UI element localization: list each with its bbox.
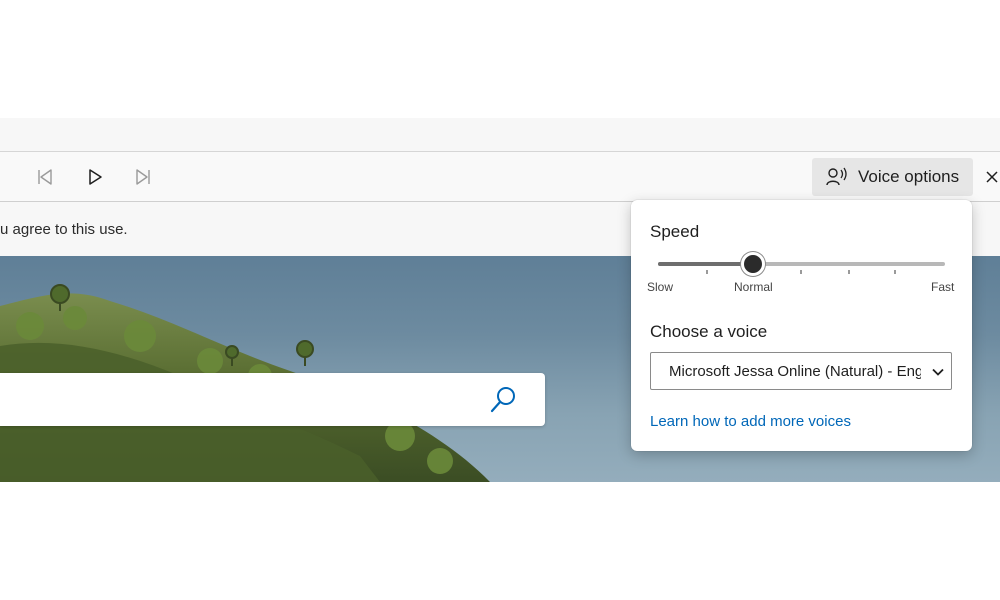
speed-slider-thumb[interactable] (740, 252, 765, 276)
read-aloud-toolbar: Voice options (0, 152, 1000, 202)
search-box (0, 373, 545, 426)
browser-viewport: Voice options u agree to this use. Speed… (0, 0, 1000, 600)
close-icon (986, 171, 998, 183)
search-button[interactable] (488, 385, 518, 415)
play-icon (89, 169, 102, 185)
voice-dropdown-value: Microsoft Jessa Online (Natural) - Engl (669, 363, 921, 380)
speed-slider-fill (658, 262, 753, 266)
search-input[interactable] (10, 381, 470, 417)
previous-paragraph-button[interactable] (32, 164, 58, 190)
play-button[interactable] (82, 164, 108, 190)
speed-slider[interactable] (658, 252, 945, 276)
speed-slider-tick (894, 270, 896, 274)
learn-more-voices-link[interactable]: Learn how to add more voices (650, 413, 851, 430)
speed-label-normal: Normal (734, 280, 773, 294)
speed-heading: Speed (650, 222, 700, 241)
choose-voice-heading: Choose a voice (650, 322, 768, 341)
close-read-aloud-button[interactable] (984, 165, 1000, 189)
chevron-down-icon (932, 368, 944, 376)
voice-dropdown[interactable]: Microsoft Jessa Online (Natural) - Engl (650, 352, 952, 390)
next-paragraph-button[interactable] (130, 164, 156, 190)
voice-options-label: Voice options (858, 167, 960, 186)
browser-chrome-strip (0, 118, 1000, 152)
voice-person-icon (826, 167, 847, 186)
skip-next-icon (136, 169, 150, 185)
speed-slider-tick (706, 270, 708, 274)
search-icon (490, 387, 515, 413)
speed-slider-tick (848, 270, 850, 274)
cookie-notice-text: u agree to this use. (0, 221, 128, 238)
speed-slider-tick (800, 270, 802, 274)
voice-options-flyout: Speed Slow Normal Fast Choose a voice Mi… (631, 200, 972, 451)
speed-label-fast: Fast (931, 280, 955, 294)
skip-previous-icon (38, 169, 52, 185)
voice-options-button[interactable]: Voice options (812, 158, 973, 196)
speed-label-slow: Slow (647, 280, 674, 294)
